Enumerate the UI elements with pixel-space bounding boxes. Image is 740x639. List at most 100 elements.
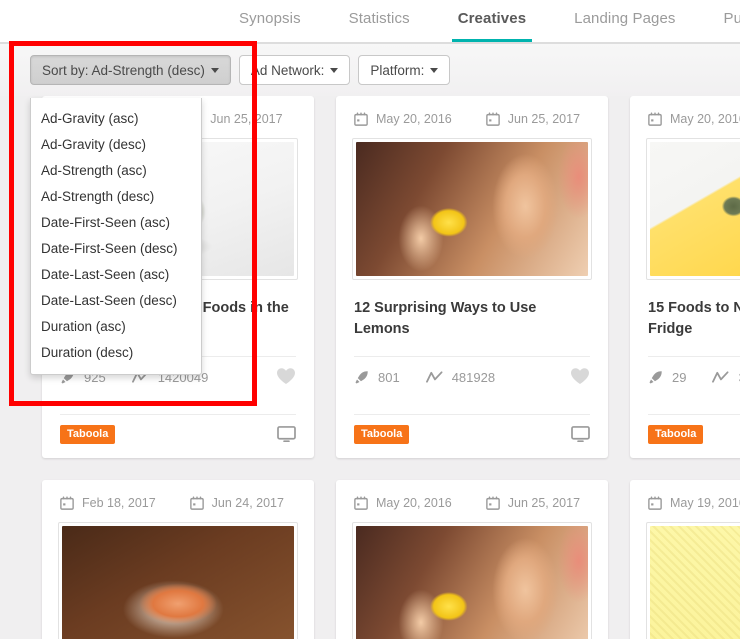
ad-gravity-value: 29 [672,370,687,385]
creative-thumbnail[interactable] [646,138,740,280]
creative-card[interactable]: May 20, 2016 15 Foods to NEVER put in th… [630,96,740,458]
creative-card[interactable]: May 20, 2016 Jun 25, 2017 [336,96,608,458]
creative-thumbnail[interactable] [58,522,298,639]
calendar-icon [354,112,368,126]
desktop-platform-icon [571,425,590,448]
first-seen-date-label: May 19, 2016 [670,496,740,510]
calendar-icon [354,496,368,510]
last-seen-date-label: Jun 25, 2017 [507,112,581,126]
ad-strength-stat: 481928 [425,370,496,385]
dropdown-item-date-first-seen-desc[interactable]: Date-First-Seen (desc) [31,236,201,262]
calendar-icon [648,112,662,126]
tab-creatives-label: Creatives [457,10,527,27]
platform-filter-button[interactable]: Platform: [358,55,451,85]
tab-statistics[interactable]: Statistics [349,10,410,41]
calendar-icon [485,112,500,126]
trend-line-icon [712,371,729,383]
first-seen-date: May 20, 2016 [648,112,740,126]
trend-line-icon [425,371,443,383]
creative-thumbnail[interactable] [352,522,592,639]
dropdown-item-ad-strength-desc[interactable]: Ad-Strength (desc) [31,184,201,210]
creative-image [356,142,588,276]
dropdown-item-ad-strength-asc[interactable]: Ad-Strength (asc) [31,158,201,184]
chevron-down-icon [330,67,339,73]
last-seen-date-label: Jun 25, 2017 [507,496,581,510]
creative-card[interactable]: Feb 18, 2017 Jun 24, 2017 [42,480,314,639]
creative-card[interactable]: May 20, 2016 Jun 25, 2017 [336,480,608,639]
sort-by-button[interactable]: Sort by: Ad-Strength (desc) [30,55,231,85]
ad-network-filter-button[interactable]: Ad Network: [238,55,351,85]
card-footer: Taboola [336,415,608,458]
rocket-icon [649,371,662,384]
tab-publishers-label: Publishers [723,10,740,27]
ad-gravity-value: 801 [378,370,400,385]
card-dates: May 20, 2016 Jun 25, 2017 [336,96,608,134]
desktop-platform-icon [277,425,296,448]
dropdown-item-ad-gravity-desc[interactable]: Ad-Gravity (desc) [31,132,201,158]
monitor-icon [571,425,590,442]
card-footer: Taboola [630,415,740,458]
calendar-icon [485,496,500,510]
card-footer: Taboola [42,415,314,458]
first-seen-date-label: May 20, 2016 [376,112,452,126]
tab-list: Synopsis Statistics Creatives Landing Pa… [215,0,740,43]
creative-image [650,526,740,639]
calendar-icon [648,496,662,510]
creative-image [62,526,294,639]
tab-publishers[interactable]: Publishers [724,10,740,41]
creative-card[interactable]: May 19, 2016 [630,480,740,639]
favorite-heart-icon[interactable] [570,367,590,389]
last-seen-date: Jun 25, 2017 [485,496,581,510]
favorite-heart-icon[interactable] [276,367,296,389]
first-seen-date-label: May 20, 2016 [670,112,740,126]
ad-gravity-stat: 29 [648,370,686,385]
last-seen-date: Jun 24, 2017 [189,496,284,510]
first-seen-date: Feb 18, 2017 [60,496,156,510]
tab-synopsis[interactable]: Synopsis [239,10,301,41]
last-seen-date-label: Jun 24, 2017 [211,496,284,510]
ad-gravity-stat: 801 [354,370,400,385]
chevron-down-icon [430,67,439,73]
dropdown-item-duration-asc[interactable]: Duration (asc) [31,314,201,340]
tab-synopsis-label: Synopsis [239,10,301,27]
sort-by-label: Sort by: Ad-Strength (desc) [42,62,205,78]
last-seen-date: Jun 25, 2017 [188,112,283,126]
filter-toolbar: Sort by: Ad-Strength (desc) Ad Network: … [0,44,740,96]
tab-statistics-label: Statistics [348,10,410,27]
card-dates: May 20, 2016 Jun 25, 2017 [336,480,608,518]
ad-network-label: Ad Network: [250,62,325,78]
ad-network-badge[interactable]: Taboola [60,425,116,444]
creative-thumbnail[interactable] [352,138,592,280]
first-seen-date: May 19, 2016 [648,496,740,510]
last-seen-date-label: Jun 25, 2017 [210,112,283,126]
first-seen-date-label: Feb 18, 2017 [82,496,156,510]
dropdown-item-date-last-seen-asc[interactable]: Date-Last-Seen (asc) [31,262,201,288]
first-seen-date: May 20, 2016 [354,496,452,510]
dropdown-item-ad-gravity-asc[interactable]: Ad-Gravity (asc) [31,106,201,132]
ad-strength-value: 481928 [451,370,496,385]
card-dates: Feb 18, 2017 Jun 24, 2017 [42,480,314,518]
ad-network-badge[interactable]: Taboola [354,425,410,444]
card-stats: 29 381 [630,357,740,398]
creatives-page: Synopsis Statistics Creatives Landing Pa… [0,0,740,639]
tab-landing-pages-label: Landing Pages [574,10,676,27]
dropdown-item-date-first-seen-asc[interactable]: Date-First-Seen (asc) [31,210,201,236]
first-seen-date: May 20, 2016 [354,112,452,126]
creative-image [356,526,588,639]
grid-column-2: May 20, 2016 Jun 25, 2017 12 Surprising … [336,96,608,639]
chevron-down-icon [210,67,219,73]
tab-landing-pages[interactable]: Landing Pages [574,10,675,41]
calendar-icon [189,496,204,510]
calendar-icon [60,496,74,510]
sort-by-dropdown-menu[interactable]: Ad-Gravity (asc) Ad-Gravity (desc) Ad-St… [30,98,202,375]
monitor-icon [277,425,296,442]
creative-thumbnail[interactable] [646,522,740,639]
dropdown-item-duration-desc[interactable]: Duration (desc) [31,340,201,366]
ad-network-badge[interactable]: Taboola [648,425,704,444]
dropdown-item-date-last-seen-desc[interactable]: Date-Last-Seen (desc) [31,288,201,314]
creative-title[interactable]: 15 Foods to NEVER put in the Fridge [630,280,740,340]
tab-creatives[interactable]: Creatives [451,10,533,43]
heart-icon [571,367,589,384]
creative-title[interactable]: 12 Surprising Ways to Use Lemons [336,280,608,340]
platform-label: Platform: [370,62,425,78]
